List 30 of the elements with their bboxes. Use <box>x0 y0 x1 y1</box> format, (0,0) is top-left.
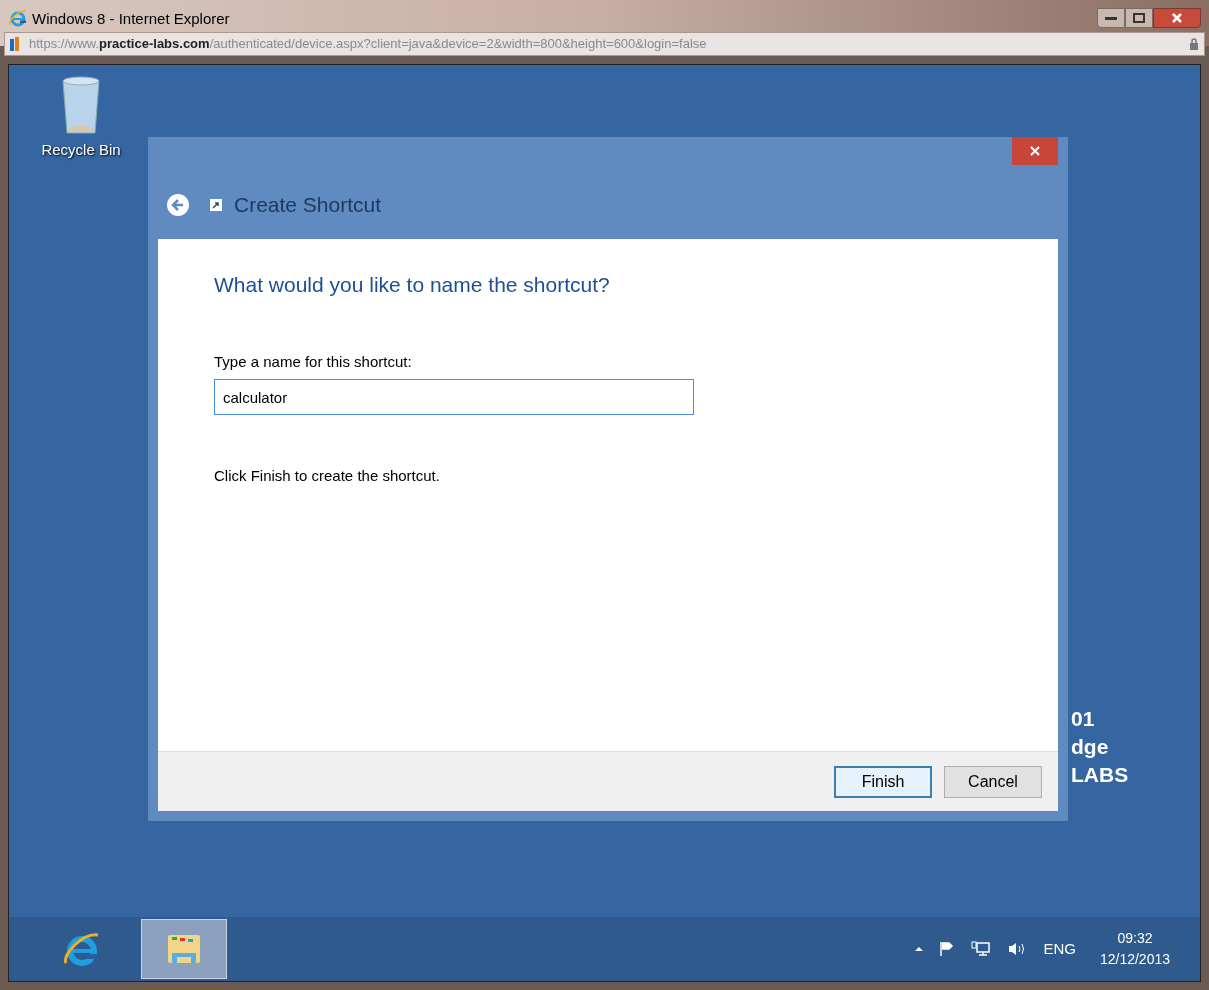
minimize-icon <box>1105 16 1117 20</box>
flag-icon[interactable] <box>939 941 956 957</box>
wallpaper-text: LABS <box>1071 762 1129 788</box>
close-button[interactable] <box>1012 137 1058 165</box>
name-input-field[interactable]: calculator <box>214 379 694 415</box>
minimize-button[interactable] <box>1097 8 1125 28</box>
url-text: https://www.practice-labs.com/authenticated/device.aspx?client=java&device=2&width=800&height=600&login=false <box>29 35 707 54</box>
browser-e-icon <box>8 8 28 28</box>
desktop-icon-label[interactable]: Recycle Bin <box>41 139 121 162</box>
lock-icon <box>1188 38 1200 50</box>
field-label: Type a name for this shortcut: <box>214 351 413 372</box>
close-button[interactable] <box>1153 8 1201 28</box>
close-icon <box>1029 145 1041 157</box>
instruction-text: Click Finish to create the shortcut. <box>214 466 441 486</box>
clock[interactable]: 09:32 12/12/2013 <box>1099 928 1170 970</box>
cancel-button[interactable]: Cancel <box>944 765 1042 798</box>
caret-up-icon[interactable] <box>915 945 924 953</box>
address-bar[interactable]: https://www.practice-labs.com/authenticated/device.aspx?client=java&device=2&width=800&height=600&login=false <box>4 32 1205 56</box>
dialog-title: Create Shortcut <box>234 192 382 219</box>
maximize-button[interactable] <box>1125 8 1153 28</box>
shortcut-icon <box>210 199 222 211</box>
wallpaper-text: dge <box>1071 734 1110 760</box>
dialog-heading: What would you like to name the shortcut? <box>214 272 611 298</box>
window-title: Windows 8 - Internet Explorer <box>32 9 230 29</box>
network-icon[interactable] <box>971 941 992 957</box>
close-icon <box>1171 12 1183 24</box>
finish-button[interactable]: Finish <box>834 765 932 798</box>
wallpaper-text: 01 <box>1071 706 1096 732</box>
maximize-icon <box>1133 13 1145 23</box>
language-indicator[interactable]: ENG <box>1043 937 1076 961</box>
